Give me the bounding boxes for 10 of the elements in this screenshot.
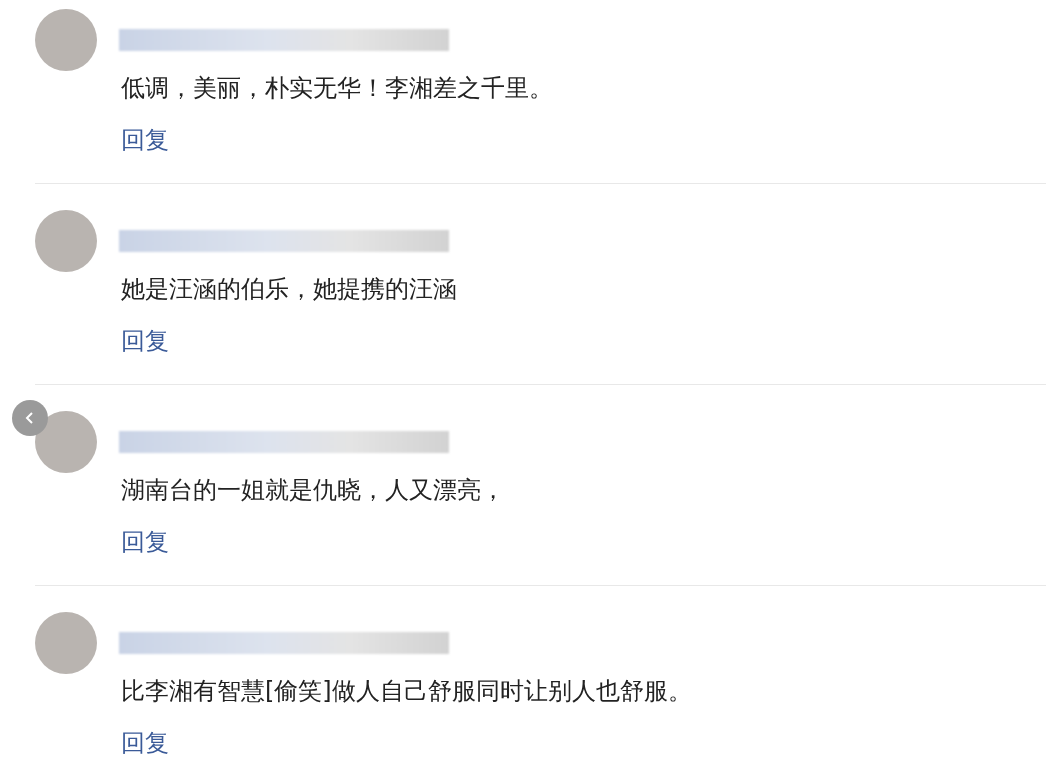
reply-link[interactable]: 回复 <box>121 528 169 556</box>
comment-text: 湖南台的一姐就是仇晓，人又漂亮， <box>121 476 506 504</box>
reply-link[interactable]: 回复 <box>121 327 169 355</box>
reply-link[interactable]: 回复 <box>121 729 169 757</box>
reply-link[interactable]: 回复 <box>121 126 169 154</box>
comment-text: 她是汪涵的伯乐，她提携的汪涵 <box>121 275 458 303</box>
chevron-left-icon <box>25 411 35 425</box>
comment-text: 低调，美丽，朴实无华！李湘差之千里。 <box>121 74 554 102</box>
back-button[interactable] <box>12 400 48 436</box>
comment-text: 比李湘有智慧[偷笑]做人自己舒服同时让别人也舒服。 <box>121 677 693 705</box>
